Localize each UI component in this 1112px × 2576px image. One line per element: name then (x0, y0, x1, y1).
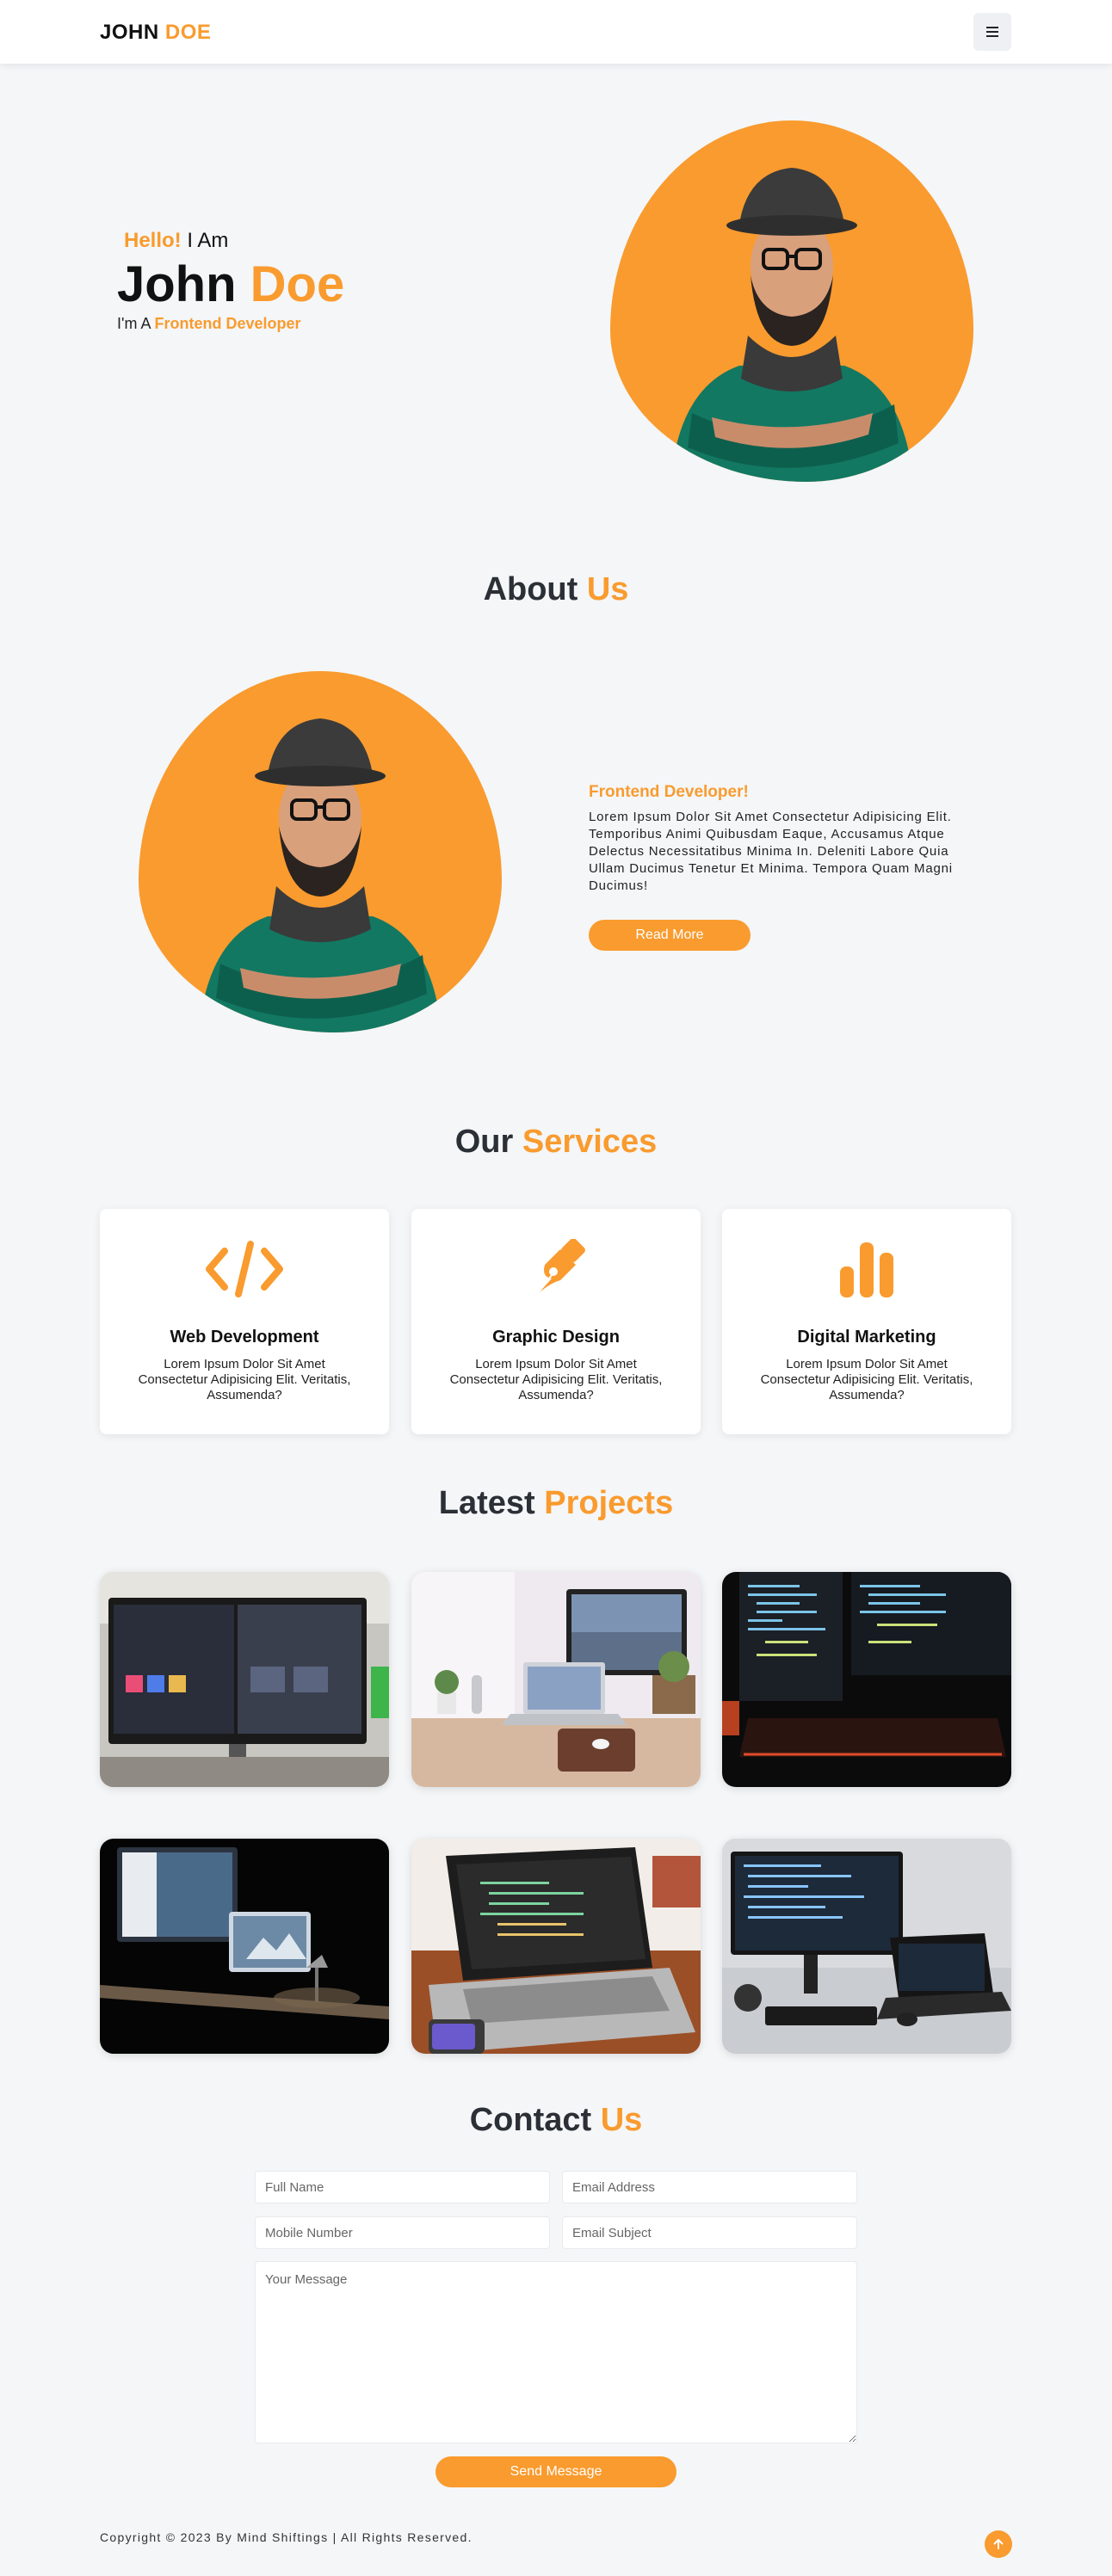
about-description: Lorem Ipsum Dolor Sit Amet Consectetur A… (589, 810, 953, 893)
send-message-button[interactable]: Send Message (436, 2456, 676, 2487)
projects-title-a: Latest (438, 1485, 535, 1521)
project-image (411, 1839, 701, 2054)
logo[interactable]: JOHN DOE (100, 21, 211, 45)
hero-portrait (610, 120, 973, 482)
about-text: Frontend Developer! Lorem Ipsum Dolor Si… (589, 783, 976, 895)
services-title: Our Services (0, 1124, 1112, 1161)
pen-nib-icon (535, 1239, 585, 1297)
service-title: Digital Marketing (797, 1328, 936, 1347)
contact-title-a: Contact (469, 2102, 592, 2138)
read-more-button[interactable]: Read More (589, 920, 751, 951)
hamburger-menu-icon (986, 27, 998, 37)
hero-hello: Hello! (124, 229, 182, 252)
project-card[interactable] (100, 1839, 389, 2054)
hero-first-name: John (117, 256, 237, 312)
service-card-digital-marketing[interactable]: Digital Marketing Lorem Ipsum Dolor Sit … (722, 1209, 1011, 1434)
menu-button[interactable] (973, 13, 1011, 51)
service-description: Lorem Ipsum Dolor Sit Amet Consectetur A… (760, 1357, 973, 1402)
hero-role: I'm A Frontend Developer (117, 315, 344, 333)
service-description: Lorem Ipsum Dolor Sit Amet Consectetur A… (449, 1357, 663, 1402)
hero-greeting: Hello! I Am (124, 229, 344, 253)
project-card[interactable] (722, 1839, 1011, 2054)
hero-name: John Doe (117, 255, 344, 315)
project-image (100, 1839, 389, 2054)
about-title-b: Us (586, 571, 629, 607)
person-illustration (199, 718, 442, 1032)
email-field[interactable] (562, 2171, 857, 2203)
about-role: Frontend Developer! (589, 783, 749, 801)
project-image (722, 1572, 1011, 1787)
contact-title-b: Us (600, 2102, 643, 2138)
full-name-field[interactable] (255, 2171, 550, 2203)
projects-title: Latest Projects (0, 1485, 1112, 1522)
project-card[interactable] (411, 1572, 701, 1787)
logo-second: DOE (164, 21, 212, 44)
email-subject-field[interactable] (562, 2216, 857, 2249)
projects-title-b: Projects (544, 1485, 674, 1521)
hero-i-am: I Am (187, 229, 229, 252)
project-image (722, 1839, 1011, 2054)
bar-chart-icon (840, 1242, 893, 1297)
hero-role-prefix: I'm A (117, 315, 151, 332)
hero-last-name: Doe (250, 256, 345, 312)
navbar: JOHN DOE (0, 0, 1112, 64)
service-title: Web Development (170, 1328, 319, 1347)
person-illustration (670, 168, 913, 482)
logo-first: JOHN (100, 21, 159, 44)
mobile-number-field[interactable] (255, 2216, 550, 2249)
message-field[interactable] (255, 2261, 857, 2444)
about-title: About Us (0, 571, 1112, 608)
service-description: Lorem Ipsum Dolor Sit Amet Consectetur A… (138, 1357, 351, 1402)
project-card[interactable] (411, 1839, 701, 2054)
hero-text: Hello! I Am John Doe I'm A Frontend Deve… (117, 229, 344, 333)
project-card[interactable] (722, 1572, 1011, 1787)
service-card-web-development[interactable]: Web Development Lorem Ipsum Dolor Sit Am… (100, 1209, 389, 1434)
services-title-b: Services (522, 1124, 658, 1160)
service-title: Graphic Design (492, 1328, 620, 1347)
about-portrait (139, 671, 502, 1032)
service-card-graphic-design[interactable]: Graphic Design Lorem Ipsum Dolor Sit Ame… (411, 1209, 701, 1434)
about-title-a: About (483, 571, 578, 607)
hero-role-title: Frontend Developer (154, 315, 301, 332)
project-card[interactable] (100, 1572, 389, 1787)
code-icon (206, 1241, 283, 1297)
project-image (411, 1572, 701, 1787)
copyright-text: Copyright © 2023 By Mind Shiftings | All… (100, 2530, 473, 2544)
scroll-to-top-button[interactable] (985, 2530, 1012, 2558)
arrow-up-icon (993, 2539, 1004, 2549)
project-image (100, 1572, 389, 1787)
services-title-a: Our (454, 1124, 514, 1160)
contact-title: Contact Us (0, 2102, 1112, 2139)
